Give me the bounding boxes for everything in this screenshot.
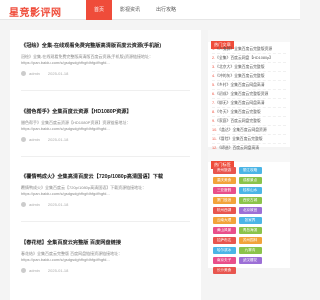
hot-article-title: 《北京大》全集百度云完整版 bbox=[215, 65, 265, 69]
nav-item-travel-guide[interactable]: 出行攻略 bbox=[148, 0, 184, 20]
avatar bbox=[21, 202, 26, 207]
tag-link[interactable]: 成都景点 bbox=[238, 177, 262, 184]
nav-item-movie-news[interactable]: 影视资讯 bbox=[112, 0, 148, 20]
post-date: 2025-01-18 bbox=[47, 71, 69, 76]
list-item: 《冠绘》全集-在线观看免费完整版高清版百度云资源(手机版) 冠绘》全集-在线观看… bbox=[10, 42, 201, 76]
post-meta: admin 2025-01-18 bbox=[21, 137, 190, 142]
tag-link[interactable]: 九寨沟 bbox=[238, 247, 262, 254]
tag-link[interactable]: 黄山风景 bbox=[212, 227, 236, 234]
tag-link[interactable]: 拉萨布达 bbox=[212, 237, 236, 244]
post-date: 2025-01-18 bbox=[47, 268, 69, 273]
hot-article-item[interactable]: 10.《盖达》全集百度云网盘资源 bbox=[212, 126, 286, 135]
hot-article-title: 《冒险》全集百度云完整版 bbox=[217, 137, 263, 141]
avatar bbox=[21, 71, 26, 76]
tag-link[interactable]: 云南大理 bbox=[212, 217, 236, 224]
hot-article-item[interactable]: 4.《冲的灰》全集百度云完整版 bbox=[212, 72, 286, 81]
hot-articles-list: 1.《人鬼群》全集百度云完整版资源 2.《全集》百度云网盘【HD1080p】 3.《… bbox=[208, 42, 290, 153]
tag-link[interactable]: 厦门鼓浪 bbox=[212, 197, 236, 204]
post-title[interactable]: 《冠绘》全集-在线观看免费完整版高清版百度云资源(手机版) bbox=[21, 42, 190, 49]
tag-link[interactable]: 长沙美食 bbox=[212, 267, 236, 274]
post-title[interactable]: 《腊色帮手》全集百度云资源【HD1080P资源】 bbox=[21, 108, 190, 115]
post-author[interactable]: admin bbox=[29, 268, 40, 273]
tag-link[interactable]: 贵州旅游 bbox=[212, 167, 236, 174]
hot-article-title: 《冬天》全集百度云完整版 bbox=[215, 110, 261, 114]
divider bbox=[21, 90, 190, 91]
tag-link[interactable]: 重庆美食 bbox=[212, 177, 236, 184]
tag-link[interactable]: 杭州西湖 bbox=[212, 207, 236, 214]
site-header: 星竞影评网 首页 影视资讯 出行攻略 bbox=[0, 0, 300, 20]
hot-tags-widget: 热门标签 贵州旅游 丽江攻略 重庆美食 成都景点 三亚度假 桂林山水 厦门鼓浪 西安古城 杭州西… bbox=[208, 150, 290, 274]
site-logo[interactable]: 星竞影评网 bbox=[9, 4, 62, 19]
hot-article-item[interactable]: 6.《初成》全集百度云完整版资源 bbox=[212, 90, 286, 99]
post-excerpt: 覆情鸭成火》全集百度云【720p/1080p高清国语】下载资源链接地址：http… bbox=[21, 185, 147, 196]
hot-article-title: 《乡村》全集百度云网盘高清 bbox=[215, 83, 265, 87]
post-author[interactable]: admin bbox=[29, 137, 40, 142]
hot-article-item[interactable]: 1.《人鬼群》全集百度云完整版资源 bbox=[212, 45, 286, 54]
hot-article-item[interactable]: 9.《家庭》百度云网盘完整版 bbox=[212, 117, 286, 126]
hot-articles-widget: 热门文章 1.《人鬼群》全集百度云完整版资源 2.《全集》百度云网盘【HD1080… bbox=[208, 30, 290, 153]
list-item: 《覆情鸭成火》全集高清百度云【720p/1080p高清国语】下载 覆情鸭成火》全… bbox=[10, 173, 201, 207]
hot-article-title: 《初成》全集百度云完整版资源 bbox=[215, 92, 269, 96]
main-nav: 首页 影视资讯 出行攻略 bbox=[86, 0, 184, 20]
tag-link[interactable]: 哈尔滨冰 bbox=[212, 247, 236, 254]
list-item: 《腊色帮手》全集百度云资源【HD1080P资源】 腊色帮手》全集百度云资源【HD… bbox=[10, 108, 201, 142]
tag-link[interactable]: 南京夫子 bbox=[212, 257, 236, 264]
avatar bbox=[21, 137, 26, 142]
post-meta: admin 2025-01-18 bbox=[21, 71, 190, 76]
tag-link[interactable]: 桂林山水 bbox=[238, 187, 262, 194]
list-item: 【春花结】全集百度云完整版 百度网盘链接 春花结》全集百度云完整版 百度网盘链接… bbox=[10, 239, 201, 273]
tag-link[interactable]: 张家界 bbox=[238, 217, 262, 224]
hot-article-item[interactable]: 3.《北京大》全集百度云完整版 bbox=[212, 63, 286, 72]
tag-link[interactable]: 青岛海滨 bbox=[238, 227, 262, 234]
tag-link[interactable]: 武汉樱花 bbox=[238, 257, 262, 264]
hot-article-title: 《盖达》全集百度云网盘资源 bbox=[217, 128, 267, 132]
hot-article-item[interactable]: 2.《全集》百度云网盘【HD1080p】 bbox=[212, 54, 286, 63]
hot-article-item[interactable]: 11.《冒险》全集百度云完整版 bbox=[212, 135, 286, 144]
hot-article-title: 《绑无》全集百度云网盘高清 bbox=[215, 101, 265, 105]
tag-link[interactable]: 苏州园林 bbox=[238, 237, 262, 244]
tag-link[interactable]: 北京故宫 bbox=[238, 207, 262, 214]
hot-article-item[interactable]: 8.《冬天》全集百度云完整版 bbox=[212, 108, 286, 117]
post-author[interactable]: admin bbox=[29, 71, 40, 76]
post-meta: admin 2025-01-18 bbox=[21, 268, 190, 273]
divider bbox=[21, 221, 190, 222]
hot-article-title: 《人鬼群》全集百度云完整版资源 bbox=[215, 47, 273, 51]
hot-article-item[interactable]: 5.《乡村》全集百度云网盘高清 bbox=[212, 81, 286, 90]
post-list: 《冠绘》全集-在线观看免费完整版高清版百度云资源(手机版) 冠绘》全集-在线观看… bbox=[10, 30, 201, 300]
hot-article-title: 《家庭》百度云网盘完整版 bbox=[215, 119, 261, 123]
post-author[interactable]: admin bbox=[29, 202, 40, 207]
hot-article-item[interactable]: 7.《绑无》全集百度云网盘高清 bbox=[212, 99, 286, 108]
avatar bbox=[21, 268, 26, 273]
hot-article-title: 《冲的灰》全集百度云完整版 bbox=[215, 74, 265, 78]
post-title[interactable]: 【春花结】全集百度云完整版 百度网盘链接 bbox=[21, 239, 190, 246]
hot-article-title: 《全集》百度云网盘【HD1080p】 bbox=[215, 56, 273, 60]
tag-link[interactable]: 三亚度假 bbox=[212, 187, 236, 194]
tag-link[interactable]: 西安古城 bbox=[238, 197, 262, 204]
divider bbox=[21, 156, 190, 157]
post-date: 2025-01-18 bbox=[47, 137, 69, 142]
post-excerpt: 腊色帮手》全集百度云资源【HD1080P资源】资源链接地址：https://pa… bbox=[21, 120, 131, 131]
tag-link[interactable]: 丽江攻略 bbox=[238, 167, 262, 174]
post-title[interactable]: 《覆情鸭成火》全集高清百度云【720p/1080p高清国语】下载 bbox=[21, 173, 190, 180]
post-excerpt: 春花结》全集百度云完整版 百度网盘链接资源链接地址：https://pan.ba… bbox=[21, 251, 123, 262]
tag-cloud: 贵州旅游 丽江攻略 重庆美食 成都景点 三亚度假 桂林山水 厦门鼓浪 西安古城 杭州西湖 北京故宫… bbox=[208, 162, 290, 280]
post-date: 2025-01-18 bbox=[47, 202, 69, 207]
post-excerpt: 冠绘》全集-在线观看免费完整版高清版百度云资源(手机版)资源链接地址：https… bbox=[21, 54, 153, 65]
post-meta: admin 2025-01-18 bbox=[21, 202, 190, 207]
nav-item-home[interactable]: 首页 bbox=[86, 0, 113, 20]
